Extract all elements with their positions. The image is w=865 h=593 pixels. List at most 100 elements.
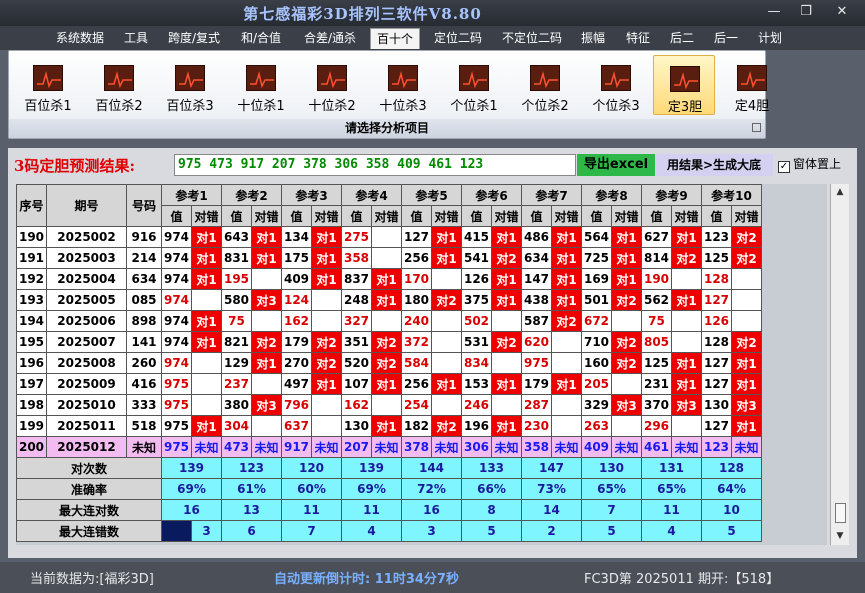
generate-base-button[interactable]: 用结果>生成大底 [655,154,773,176]
value-cell: 125 [701,247,732,269]
table-row[interactable]: 197 2025009 416 975 237 497 对1 107 对1 256 对1 153 对1 1… [16,373,762,395]
menu-item-5[interactable]: 百十个 [370,28,421,49]
ribbon-expand-icon[interactable] [752,123,761,132]
ribbon-button-2[interactable]: 百位杀3 [159,55,221,115]
result-cell: 对1 [191,247,222,269]
checkbox-icon[interactable]: ✓ [778,161,790,173]
value-cell: 129 [221,352,252,374]
menu-item-3[interactable]: 和/合值 [241,28,281,49]
table-row[interactable]: 191 2025003 214 974 对1 831 对1 175 对1 358 256 对1 541 对… [16,247,762,269]
minimize-icon[interactable]: — [760,2,788,22]
value-cell: 461 [641,436,672,458]
value-cell: 207 [341,436,372,458]
number-cell: 634 [126,268,162,290]
result-cell: 对1 [191,415,222,437]
value-cell: 127 [701,373,732,395]
menu-item-12[interactable]: 计划 [758,28,782,49]
stats-value: 131 [641,457,702,479]
group-header: 参考6 [461,184,522,206]
stats-value: 4 [341,520,402,542]
menu-item-2[interactable]: 跨度/复式 [168,28,220,49]
stats-value: 11 [341,499,402,521]
value-cell: 196 [461,415,492,437]
seq-cell: 200 [16,436,47,458]
menu-item-9[interactable]: 特征 [626,28,650,49]
stats-value: 5 [581,520,642,542]
table-row[interactable]: 198 2025010 333 975 380 对3 796 162 254 246 287 329 对… [16,394,762,416]
menu-item-11[interactable]: 后一 [714,28,738,49]
ribbon-button-5[interactable]: 十位杀3 [372,55,434,115]
value-cell: 974 [161,310,192,332]
group-header: 参考4 [341,184,402,206]
result-cell: 对1 [671,226,702,248]
restore-icon[interactable]: ❐ [792,2,820,22]
stats-value: 6 [221,520,282,542]
group-header: 参考5 [401,184,462,206]
ribbon-button-8[interactable]: 个位杀3 [585,55,647,115]
stats-row: 对次数 139 123 120 139 144 133 147 130 131 128 [16,457,762,479]
value-subheader: 值 [401,205,432,227]
stats-value: 144 [401,457,462,479]
stats-value: 64% [701,478,762,500]
export-excel-button[interactable]: 导出excel [577,154,655,176]
value-cell: 123 [701,436,732,458]
value-cell: 821 [221,331,252,353]
value-cell: 237 [221,373,252,395]
close-icon[interactable]: ✕ [828,2,856,22]
ribbon-button-6[interactable]: 个位杀1 [443,55,505,115]
menu-item-8[interactable]: 振幅 [581,28,605,49]
seq-cell: 197 [16,373,47,395]
menu-item-0[interactable]: 系统数据 [56,28,104,49]
stats-label: 对次数 [16,457,162,479]
stats-value: 5 [701,520,762,542]
ribbon-panel: 请选择分析项目 百位杀1 百位杀2 百位杀3 十位杀1 十位杀2 十位杀3 个位杀1 个位杀2… [8,50,769,139]
period-cell: 2025002 [46,226,127,248]
ribbon-button-10[interactable]: 定4胆 [721,55,783,115]
result-cell: 对2 [251,331,282,353]
scroll-up-icon[interactable]: ▲ [831,184,849,200]
table-row[interactable]: 193 2025005 085 974 580 对3 124 248 对1 180 对2 375 对1 4… [16,289,762,311]
seq-cell: 191 [16,247,47,269]
scroll-thumb[interactable] [835,503,846,523]
vertical-scrollbar[interactable]: ▲ ▼ [830,184,849,545]
ribbon-button-9[interactable]: 定3胆 [653,55,715,115]
seq-cell: 190 [16,226,47,248]
menu-item-10[interactable]: 后二 [670,28,694,49]
result-cell: 对2 [671,247,702,269]
menu-item-4[interactable]: 合差/通杀 [304,28,356,49]
menu-item-6[interactable]: 定位二码 [434,28,482,49]
prediction-row[interactable]: 200 2025012 未知 975 未知 473 未知 917 未知 207 未知 378 未知 306… [16,436,762,458]
ribbon-button-3[interactable]: 十位杀1 [230,55,292,115]
value-cell: 672 [581,310,612,332]
value-cell: 327 [341,310,372,332]
window-ontop-checkbox[interactable]: ✓ 窗体置上 [778,155,841,173]
result-cell: 对1 [311,226,342,248]
value-cell: 486 [521,226,552,248]
table-row[interactable]: 196 2025008 260 974 129 对1 270 对2 520 对2 584 834 975… [16,352,762,374]
result-cell [371,394,402,416]
result-subheader: 对错 [611,205,642,227]
scroll-down-icon[interactable]: ▼ [831,528,849,544]
menu-item-1[interactable]: 工具 [124,28,148,49]
table-row[interactable]: 192 2025004 634 974 对1 195 409 对1 837 对1 170 126 对1 1… [16,268,762,290]
result-cell: 对2 [731,226,762,248]
table-row[interactable]: 194 2025006 898 974 对1 75 162 327 240 502 587 对2 672… [16,310,762,332]
ribbon-button-4[interactable]: 十位杀2 [301,55,363,115]
value-cell: 170 [401,268,432,290]
ribbon-button-0[interactable]: 百位杀1 [17,55,79,115]
table-row[interactable]: 190 2025002 916 974 对1 643 对1 134 对1 275 127 对1 415 对… [16,226,762,248]
value-subheader: 值 [281,205,312,227]
result-subheader: 对错 [731,205,762,227]
prediction-result-field[interactable]: 975 473 917 207 378 306 358 409 461 123 [174,154,576,176]
result-cell: 对1 [371,415,402,437]
table-row[interactable]: 195 2025007 141 974 对1 821 对2 179 对2 351 对2 372 531 对… [16,331,762,353]
stats-value: 72% [401,478,462,500]
menu-item-7[interactable]: 不定位二码 [502,28,562,49]
period-cell: 2025009 [46,373,127,395]
ribbon-button-7[interactable]: 个位杀2 [514,55,576,115]
group-header: 参考2 [221,184,282,206]
result-cell: 对1 [671,373,702,395]
table-row[interactable]: 199 2025011 518 975 对1 304 637 130 对1 182 对2 196 对1 2… [16,415,762,437]
ribbon-button-1[interactable]: 百位杀2 [88,55,150,115]
value-cell: 162 [341,394,372,416]
